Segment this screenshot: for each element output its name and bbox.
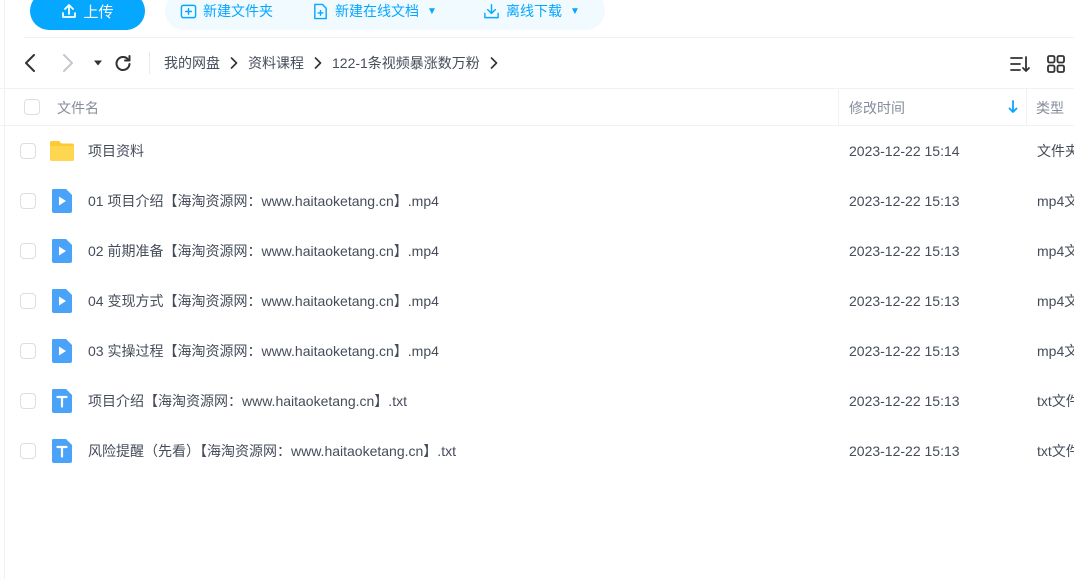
history-dropdown-button[interactable] xyxy=(88,52,108,74)
divider xyxy=(24,37,1074,38)
file-type: txt文件 xyxy=(1037,393,1074,409)
chevron-left-icon xyxy=(25,54,35,72)
video-file-icon xyxy=(52,239,72,263)
chevron-right-icon xyxy=(230,57,238,69)
row-checkbox[interactable] xyxy=(20,143,36,159)
row-checkbox[interactable] xyxy=(20,293,36,309)
file-type: mp4文件 xyxy=(1037,293,1074,309)
file-name[interactable]: 01 项目介绍【海淘资源网：www.haitaoketang.cn】.mp4 xyxy=(88,176,439,226)
video-file-icon xyxy=(52,189,72,213)
navigation-bar: 我的网盘 资料课程 122-1条视频暴涨数万粉 xyxy=(0,40,1074,86)
new-folder-button[interactable]: 新建文件夹 xyxy=(180,0,273,30)
table-row[interactable]: 项目介绍【海淘资源网：www.haitaoketang.cn】.txt 2023… xyxy=(0,376,1074,426)
table-row[interactable]: 项目资料 2023-12-22 15:14 文件夹 xyxy=(0,126,1074,176)
table-row[interactable]: 风险提醒（先看）【海淘资源网：www.haitaoketang.cn】.txt … xyxy=(0,426,1074,476)
download-icon xyxy=(484,3,499,18)
row-checkbox[interactable] xyxy=(20,343,36,359)
chevron-right-icon xyxy=(490,57,498,69)
table-row[interactable]: 01 项目介绍【海淘资源网：www.haitaoketang.cn】.mp4 2… xyxy=(0,176,1074,226)
modified-time: 2023-12-22 15:13 xyxy=(849,393,960,409)
sort-descending-icon[interactable] xyxy=(1007,100,1019,115)
caret-down-icon xyxy=(94,60,102,66)
upload-label: 上传 xyxy=(83,3,114,21)
chevron-right-icon xyxy=(314,57,322,69)
column-divider[interactable] xyxy=(838,89,839,126)
column-header-type[interactable]: 类型 xyxy=(1036,89,1064,126)
file-type: 文件夹 xyxy=(1037,143,1074,159)
select-all-checkbox[interactable] xyxy=(24,99,40,115)
breadcrumb: 我的网盘 资料课程 122-1条视频暴涨数万粉 xyxy=(164,40,508,86)
modified-time: 2023-12-22 15:13 xyxy=(849,243,960,259)
caret-down-icon: ▼ xyxy=(427,5,437,17)
breadcrumb-item[interactable]: 我的网盘 xyxy=(164,53,220,73)
column-header-modified[interactable]: 修改时间 xyxy=(849,89,905,126)
chevron-right-icon xyxy=(63,54,73,72)
row-checkbox[interactable] xyxy=(20,393,36,409)
column-header-name[interactable]: 文件名 xyxy=(57,89,99,126)
modified-time: 2023-12-22 15:13 xyxy=(849,343,960,359)
nav-separator xyxy=(149,52,150,74)
row-checkbox[interactable] xyxy=(20,243,36,259)
file-name[interactable]: 风险提醒（先看）【海淘资源网：www.haitaoketang.cn】.txt xyxy=(88,426,456,476)
refresh-icon xyxy=(115,55,131,71)
table-row[interactable]: 03 实操过程【海淘资源网：www.haitaoketang.cn】.mp4 2… xyxy=(0,326,1074,376)
breadcrumb-item[interactable]: 资料课程 xyxy=(248,53,304,73)
new-online-doc-label: 新建在线文档 xyxy=(335,3,419,19)
table-header: 文件名 修改时间 类型 xyxy=(0,88,1074,126)
folder-icon xyxy=(50,141,74,161)
video-file-icon xyxy=(52,289,72,313)
modified-time: 2023-12-22 15:13 xyxy=(849,193,960,209)
new-folder-label: 新建文件夹 xyxy=(203,3,273,19)
sort-list-icon[interactable] xyxy=(1009,53,1031,75)
file-name[interactable]: 02 前期准备【海淘资源网：www.haitaoketang.cn】.mp4 xyxy=(88,226,439,276)
new-doc-icon xyxy=(314,3,327,19)
file-type: txt文件 xyxy=(1037,443,1074,459)
file-type: mp4文件 xyxy=(1037,193,1074,209)
offline-download-button[interactable]: 离线下载 ▼ xyxy=(483,0,580,30)
text-file-icon xyxy=(52,439,72,463)
modified-time: 2023-12-22 15:13 xyxy=(849,443,960,459)
column-divider[interactable] xyxy=(1026,89,1027,126)
text-file-icon xyxy=(52,389,72,413)
new-online-doc-button[interactable]: 新建在线文档 ▼ xyxy=(312,0,437,30)
row-checkbox[interactable] xyxy=(20,443,36,459)
video-file-icon xyxy=(52,339,72,363)
modified-time: 2023-12-22 15:13 xyxy=(849,293,960,309)
modified-time: 2023-12-22 15:14 xyxy=(849,143,960,159)
table-row[interactable]: 02 前期准备【海淘资源网：www.haitaoketang.cn】.mp4 2… xyxy=(0,226,1074,276)
upload-icon xyxy=(62,4,77,18)
upload-button[interactable]: 上传 xyxy=(30,0,145,30)
file-name[interactable]: 项目资料 xyxy=(88,126,144,176)
forward-button[interactable] xyxy=(58,52,78,74)
grid-view-icon[interactable] xyxy=(1046,54,1066,74)
file-manager-page: 上传 新建文件夹 新建在线文档 ▼ 离线下载 ▼ 我的网盘 资料课程 122-1… xyxy=(0,0,1074,579)
tool-group: 新建文件夹 新建在线文档 ▼ 离线下载 ▼ xyxy=(165,0,605,30)
back-button[interactable] xyxy=(20,52,40,74)
file-name[interactable]: 03 实操过程【海淘资源网：www.haitaoketang.cn】.mp4 xyxy=(88,326,439,376)
file-type: mp4文件 xyxy=(1037,343,1074,359)
new-folder-icon xyxy=(180,4,197,18)
file-type: mp4文件 xyxy=(1037,243,1074,259)
toolbar: 上传 新建文件夹 新建在线文档 ▼ 离线下载 ▼ xyxy=(0,0,1074,38)
offline-download-label: 离线下载 xyxy=(506,3,562,19)
table-row[interactable]: 04 变现方式【海淘资源网：www.haitaoketang.cn】.mp4 2… xyxy=(0,276,1074,326)
row-checkbox[interactable] xyxy=(20,193,36,209)
refresh-button[interactable] xyxy=(113,52,133,74)
file-name[interactable]: 04 变现方式【海淘资源网：www.haitaoketang.cn】.mp4 xyxy=(88,276,439,326)
breadcrumb-current[interactable]: 122-1条视频暴涨数万粉 xyxy=(332,53,480,73)
file-name[interactable]: 项目介绍【海淘资源网：www.haitaoketang.cn】.txt xyxy=(88,376,407,426)
caret-down-icon: ▼ xyxy=(570,5,580,17)
